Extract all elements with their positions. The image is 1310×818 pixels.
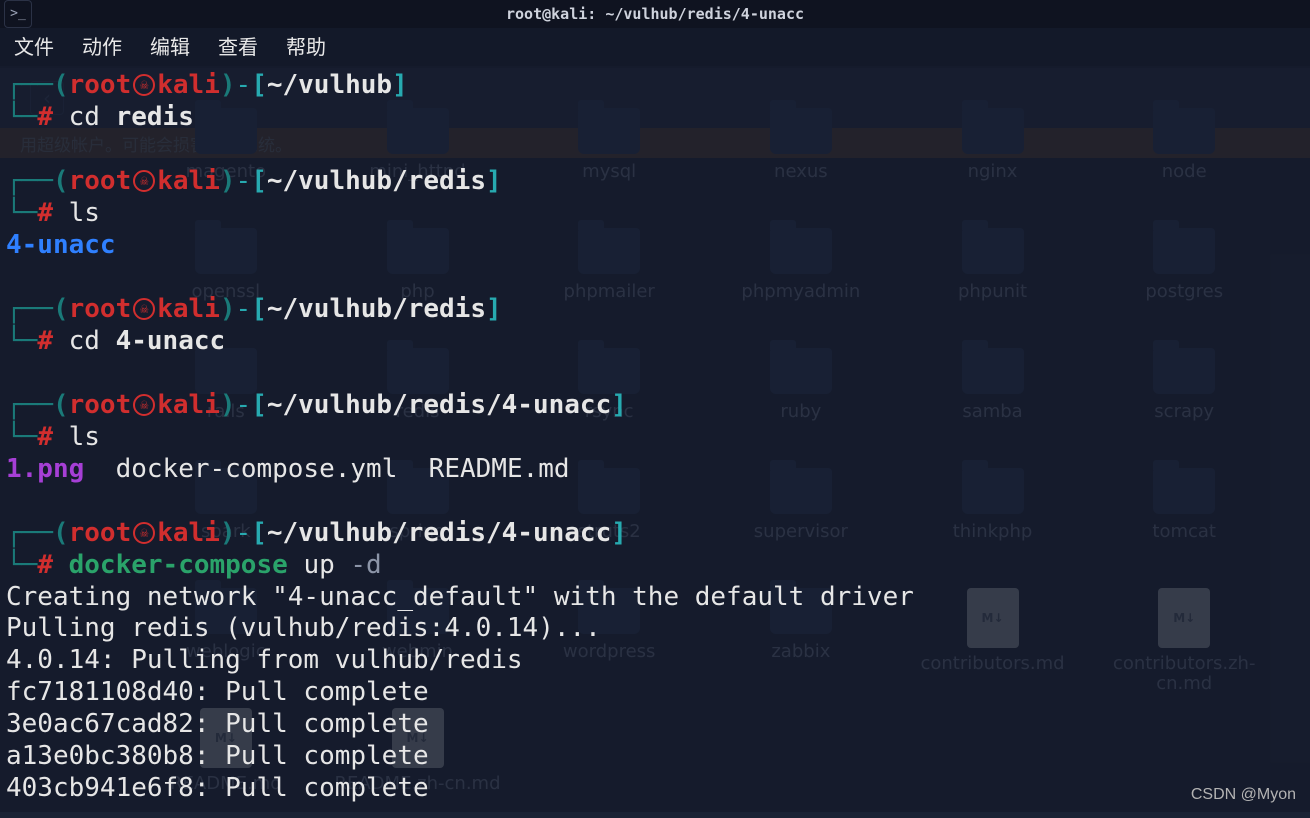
terminal-output[interactable]: ┌──(rootkali)-[~/vulhub] └─# cd redis ┌─… (0, 66, 1310, 809)
watermark: CSDN @Myon⁣ (1191, 786, 1296, 804)
terminal-window[interactable]: >_ root@kali: ~/vulhub/redis/4-unacc 文件 … (0, 0, 1310, 812)
menu-view[interactable]: 查看 (218, 35, 258, 60)
menu-file[interactable]: 文件 (14, 35, 54, 60)
title-bar[interactable]: >_ root@kali: ~/vulhub/redis/4-unacc (0, 0, 1310, 28)
menu-action[interactable]: 动作 (82, 35, 122, 60)
window-title: root@kali: ~/vulhub/redis/4-unacc (506, 5, 804, 23)
terminal-icon: >_ (4, 0, 32, 28)
menu-bar[interactable]: 文件 动作 编辑 查看 帮助 (0, 28, 1310, 66)
menu-help[interactable]: 帮助 (286, 35, 326, 60)
menu-edit[interactable]: 编辑 (150, 35, 190, 60)
